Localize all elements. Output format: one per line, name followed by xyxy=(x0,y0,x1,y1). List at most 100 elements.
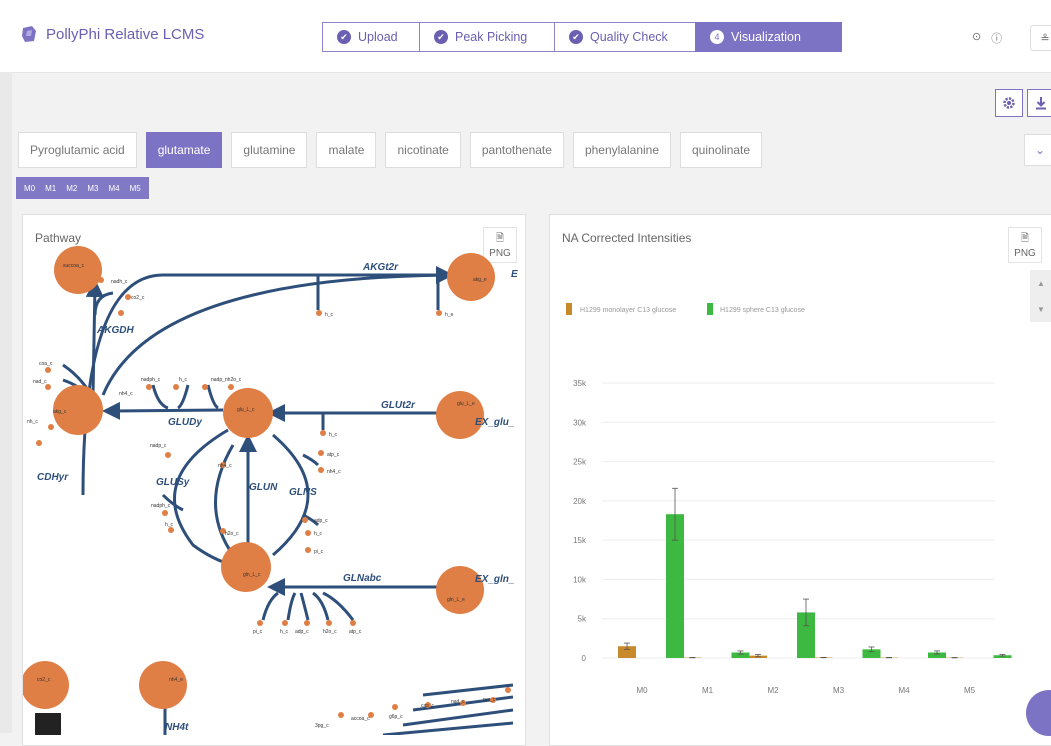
node-gln-L-c xyxy=(221,542,271,592)
svg-text:nh4_c: nh4_c xyxy=(327,469,341,475)
svg-text:adp_c: adp_c xyxy=(295,629,309,635)
svg-text:co2_c: co2_c xyxy=(37,677,51,683)
metabolite-chip[interactable]: phenylalanine xyxy=(573,132,671,168)
svg-text:akg_e: akg_e xyxy=(473,277,487,283)
step-number: 4 xyxy=(710,30,724,44)
svg-text:nadp_nh2o_c: nadp_nh2o_c xyxy=(211,377,242,383)
isotope-toggle[interactable]: M0 xyxy=(19,184,40,193)
user-menu-button[interactable]: ≗ xyxy=(1030,25,1051,51)
svg-text:AKGDH: AKGDH xyxy=(96,325,134,336)
step-upload[interactable]: ✔ Upload xyxy=(322,22,420,52)
svg-text:h_c: h_c xyxy=(280,629,289,635)
svg-text:succoa_c: succoa_c xyxy=(63,263,85,269)
download-icon xyxy=(1035,96,1047,110)
isotope-toggle[interactable]: M5 xyxy=(125,184,146,193)
isotope-toggle[interactable]: M2 xyxy=(61,184,82,193)
svg-text:NH4t: NH4t xyxy=(165,722,189,733)
legend-scroll[interactable]: ▲ ▼ xyxy=(1030,270,1051,322)
metabolite-chip[interactable]: nicotinate xyxy=(385,132,460,168)
y-tick-label: 35k xyxy=(573,379,587,388)
legend-swatch-monolayer xyxy=(566,303,572,315)
scroll-up-icon[interactable]: ▲ xyxy=(1037,279,1045,288)
metabolite-chip[interactable]: malate xyxy=(316,132,376,168)
pollyphi-logo-icon xyxy=(20,25,38,43)
scroll-down-icon[interactable]: ▼ xyxy=(1037,305,1045,314)
step-quality-check[interactable]: ✔ Quality Check xyxy=(554,22,696,52)
step-label: Peak Picking xyxy=(455,30,527,44)
bars xyxy=(618,488,1012,658)
svg-text:nad_c: nad_c xyxy=(451,699,465,705)
svg-text:CDHyr: CDHyr xyxy=(37,472,69,483)
step-peak-picking[interactable]: ✔ Peak Picking xyxy=(419,22,555,52)
svg-text:co2_c: co2_c xyxy=(131,295,145,301)
y-tick-label: 5k xyxy=(578,615,587,624)
metabolite-chip[interactable]: glutamine xyxy=(231,132,307,168)
settings-button[interactable] xyxy=(995,89,1023,117)
svg-text:GLNS: GLNS xyxy=(289,487,317,498)
node-glu-L-c xyxy=(223,388,273,438)
isotope-toggle[interactable]: M4 xyxy=(104,184,125,193)
svg-text:GLUDy: GLUDy xyxy=(168,417,202,428)
node-akg-e xyxy=(447,253,495,301)
y-tick-label: 10k xyxy=(573,575,587,584)
isotope-toggle[interactable]: M1 xyxy=(40,184,61,193)
svg-text:h_c: h_c xyxy=(165,522,174,528)
app-logo[interactable]: PollyPhi Relative LCMS xyxy=(20,25,204,43)
more-metabolites-button[interactable]: ⌄ xyxy=(1024,134,1051,166)
x-tick-label: M1 xyxy=(702,686,714,695)
check-icon: ✔ xyxy=(434,30,448,44)
node-nh4-e xyxy=(139,661,187,709)
svg-text:atp_c: atp_c xyxy=(349,629,362,635)
step-visualization[interactable]: 4 Visualization xyxy=(695,22,842,52)
svg-text:GLUt2r: GLUt2r xyxy=(381,400,416,411)
svg-text:glu_L_c: glu_L_c xyxy=(237,407,255,413)
info-icon[interactable]: ⓘ xyxy=(991,30,1002,46)
step-label: Quality Check xyxy=(590,30,668,44)
clock-icon[interactable]: ⊙ xyxy=(972,30,981,46)
y-tick-label: 0 xyxy=(582,654,587,663)
metabolite-chip[interactable]: quinolinate xyxy=(680,132,762,168)
intensities-panel: NA Corrected Intensities 🗎 PNG H1299 mon… xyxy=(549,214,1051,746)
x-tick-label: M0 xyxy=(636,686,648,695)
svg-text:nad_c: nad_c xyxy=(33,379,47,385)
x-tick-label: M2 xyxy=(767,686,779,695)
node-glu-L-e xyxy=(436,391,484,439)
svg-text:nh4_e: nh4_e xyxy=(169,677,183,683)
download-button[interactable] xyxy=(1027,89,1051,117)
svg-text:atp_c: atp_c xyxy=(327,452,340,458)
x-tick-label: M4 xyxy=(898,686,910,695)
x-axis: M0M1M2M3M4M5 xyxy=(636,686,975,695)
svg-text:adp_c: adp_c xyxy=(314,518,328,524)
y-tick-label: 25k xyxy=(573,458,587,467)
svg-text:h_c: h_c xyxy=(329,432,338,438)
svg-text:coa_c: coa_c xyxy=(39,361,53,367)
svg-text:h_c: h_c xyxy=(179,377,188,383)
svg-text:3pg_c: 3pg_c xyxy=(315,723,329,729)
left-edge xyxy=(0,72,12,733)
svg-text:GLUSy: GLUSy xyxy=(156,477,190,488)
svg-text:g6p_c: g6p_c xyxy=(389,714,403,720)
pathway-map[interactable]: AKGt2r AKGDH GLUDy GLUt2r GLUSy GLUN GLN… xyxy=(23,215,523,735)
user-icon: ≗ xyxy=(1040,32,1049,45)
step-label: Upload xyxy=(358,30,398,44)
y-tick-label: 15k xyxy=(573,536,587,545)
pathway-panel: Pathway 🗎 PNG xyxy=(22,214,526,746)
legend-label-sphere: H1299 sphere C13 glucose xyxy=(720,307,805,314)
metabolite-chip[interactable]: pantothenate xyxy=(470,132,564,168)
isotope-toggle[interactable]: M3 xyxy=(82,184,103,193)
metabolite-chip-selected[interactable]: glutamate xyxy=(146,132,223,168)
svg-text:akg_c: akg_c xyxy=(53,409,67,415)
svg-text:h_c: h_c xyxy=(314,531,323,537)
top-bar: PollyPhi Relative LCMS ✔ Upload ✔ Peak P… xyxy=(0,0,1051,73)
check-icon: ✔ xyxy=(569,30,583,44)
isotope-filter: M0 M1 M2 M3 M4 M5 xyxy=(16,177,149,199)
bar-chart[interactable]: H1299 monolayer C13 glucose H1299 sphere… xyxy=(550,215,1050,725)
metabolite-chip[interactable]: Pyroglutamic acid xyxy=(18,132,137,168)
svg-text:nadh_c: nadh_c xyxy=(111,279,128,285)
svg-text:GLNabc: GLNabc xyxy=(343,573,382,584)
svg-text:accoa_c: accoa_c xyxy=(351,716,370,722)
chart-legend[interactable]: H1299 monolayer C13 glucose H1299 sphere… xyxy=(566,303,805,315)
workflow-stepper: ✔ Upload ✔ Peak Picking ✔ Quality Check … xyxy=(322,22,841,52)
y-tick-label: 20k xyxy=(573,497,587,506)
svg-text:h_c: h_c xyxy=(325,312,334,318)
